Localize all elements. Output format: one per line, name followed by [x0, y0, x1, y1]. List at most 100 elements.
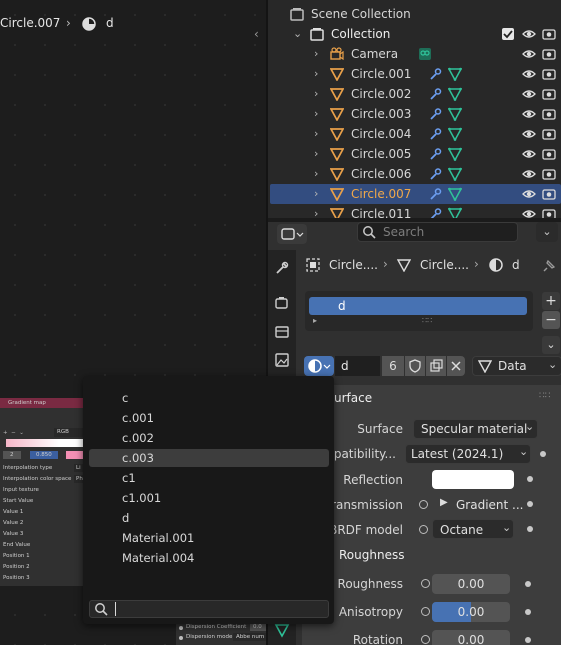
- remove-slot-button[interactable]: −: [542, 311, 560, 329]
- surface-panel-title[interactable]: urface: [334, 391, 372, 405]
- slider-field[interactable]: 0.00: [432, 602, 510, 622]
- eye-icon[interactable]: [522, 167, 536, 181]
- unlink-close-icon[interactable]: [447, 356, 465, 376]
- breadcrumb-object[interactable]: Circle.007: [0, 16, 60, 30]
- outliner-item[interactable]: › Circle.002: [270, 84, 561, 104]
- camera-render-icon[interactable]: [542, 27, 556, 41]
- gradient-ramp[interactable]: [6, 439, 83, 447]
- keyframe-dot-icon[interactable]: [525, 637, 531, 643]
- popup-material-item[interactable]: c1: [89, 469, 329, 487]
- link-socket-icon[interactable]: [419, 500, 428, 509]
- keyframe-dot-icon[interactable]: [525, 581, 531, 587]
- keyframe-dot-icon[interactable]: [525, 609, 531, 615]
- popup-material-item[interactable]: d: [89, 509, 329, 527]
- mesh-data-icon[interactable]: [447, 87, 463, 102]
- expand-triangle-icon[interactable]: ▸: [313, 316, 317, 325]
- resize-handle-icon[interactable]: ∷∷: [422, 316, 432, 325]
- eye-icon[interactable]: [522, 87, 536, 101]
- gradient-map-node[interactable]: Gradient map + − ⌄ RGB 2 0.850 Interpola…: [0, 398, 83, 586]
- chevron-right-icon[interactable]: ›: [314, 188, 324, 200]
- add-slot-button[interactable]: +: [542, 292, 560, 310]
- modifier-wrench-icon[interactable]: [428, 87, 442, 101]
- popup-material-item[interactable]: Material.004: [89, 549, 329, 567]
- eye-icon[interactable]: [522, 67, 536, 81]
- popup-material-item[interactable]: c.001: [89, 409, 329, 427]
- outliner-item[interactable]: › Circle.003: [270, 104, 561, 124]
- camera-render-icon[interactable]: [542, 47, 556, 61]
- properties-breadcrumb-object[interactable]: Circle....: [329, 258, 378, 272]
- chevron-right-icon[interactable]: ›: [314, 128, 324, 140]
- link-socket-icon[interactable]: [421, 607, 430, 616]
- modifier-wrench-icon[interactable]: [428, 127, 442, 141]
- camera-render-icon[interactable]: [542, 87, 556, 101]
- properties-breadcrumb-mesh[interactable]: Circle....: [420, 258, 469, 272]
- outliner-item[interactable]: › Circle.006: [270, 164, 561, 184]
- modifier-wrench-icon[interactable]: [428, 187, 442, 201]
- chevron-right-icon[interactable]: ›: [314, 88, 324, 100]
- camera-render-icon[interactable]: [542, 147, 556, 161]
- chevron-right-icon[interactable]: ›: [314, 48, 324, 60]
- eye-icon[interactable]: [522, 187, 536, 201]
- keyframe-dot-icon[interactable]: [540, 451, 546, 457]
- scene-collection-row[interactable]: Scene Collection: [268, 4, 561, 24]
- outliner-item[interactable]: › Circle.007: [270, 184, 561, 204]
- mesh-data-icon[interactable]: [447, 147, 463, 162]
- collection-row[interactable]: ⌄ Collection: [268, 24, 561, 44]
- popup-material-item[interactable]: Material.001: [89, 529, 329, 547]
- transmission-value[interactable]: Gradient ...: [456, 498, 524, 512]
- chevron-right-icon[interactable]: ›: [314, 168, 324, 180]
- modifier-wrench-icon[interactable]: [428, 67, 442, 81]
- link-socket-icon[interactable]: [421, 579, 430, 588]
- chevron-down-icon[interactable]: ⌄: [536, 222, 558, 242]
- camera-render-icon[interactable]: [542, 67, 556, 81]
- pin-icon[interactable]: [542, 257, 558, 276]
- outliner-item[interactable]: › Circle.001: [270, 64, 561, 84]
- panel-drag-handle-icon[interactable]: ∷∷: [539, 391, 550, 401]
- editor-type-button[interactable]: [277, 224, 307, 244]
- keyframe-dot-icon[interactable]: [527, 501, 533, 507]
- modifier-wrench-icon[interactable]: [428, 167, 442, 181]
- mesh-data-icon[interactable]: [447, 107, 463, 122]
- eye-icon[interactable]: [522, 127, 536, 141]
- slider-field[interactable]: 0.00: [432, 574, 510, 594]
- chevron-down-icon[interactable]: ⌄: [293, 28, 303, 40]
- eye-icon[interactable]: [522, 147, 536, 161]
- keyframe-dot-icon[interactable]: [527, 526, 533, 532]
- expand-triangle-icon[interactable]: ▶: [440, 497, 448, 508]
- eye-icon[interactable]: [522, 107, 536, 121]
- view-layer-tab-icon[interactable]: [274, 352, 290, 371]
- link-socket-icon[interactable]: [421, 635, 430, 644]
- modifier-wrench-icon[interactable]: [428, 147, 442, 161]
- camera-data-icon[interactable]: [418, 47, 432, 61]
- chevron-right-icon[interactable]: ›: [314, 68, 324, 80]
- popup-material-item[interactable]: c: [89, 389, 329, 407]
- popup-material-item[interactable]: c.003: [89, 449, 329, 467]
- output-tab-icon[interactable]: [274, 324, 290, 343]
- outliner-item[interactable]: › Camera: [270, 44, 561, 64]
- outliner-item[interactable]: › Circle.005: [270, 144, 561, 164]
- duplicate-icon[interactable]: [426, 356, 446, 376]
- render-tab-icon[interactable]: [274, 295, 290, 314]
- link-socket-icon[interactable]: [419, 525, 428, 534]
- collapse-arrow-icon[interactable]: ‹: [254, 27, 259, 41]
- popup-material-item[interactable]: c1.001: [89, 489, 329, 507]
- checkbox-icon[interactable]: [502, 28, 514, 40]
- eye-icon[interactable]: [522, 27, 536, 41]
- browse-material-button[interactable]: [304, 356, 334, 376]
- mesh-data-icon[interactable]: [447, 187, 463, 202]
- eye-icon[interactable]: [522, 47, 536, 61]
- popup-search-input[interactable]: [89, 600, 329, 618]
- socket-dot-icon[interactable]: [179, 626, 183, 630]
- chevron-right-icon[interactable]: ›: [314, 108, 324, 120]
- stop-color-swatch[interactable]: [66, 451, 83, 459]
- popup-material-item[interactable]: c.002: [89, 429, 329, 447]
- outliner-item[interactable]: › Circle.004: [270, 124, 561, 144]
- reflection-color-swatch[interactable]: [432, 470, 514, 489]
- slider-field[interactable]: 0.00: [432, 630, 510, 645]
- properties-breadcrumb-material[interactable]: d: [512, 258, 520, 272]
- tool-tab-icon[interactable]: [274, 260, 290, 279]
- fake-user-shield-icon[interactable]: [405, 356, 425, 376]
- socket-dot-icon[interactable]: [179, 636, 183, 640]
- keyframe-dot-icon[interactable]: [527, 476, 533, 482]
- modifier-wrench-icon[interactable]: [428, 107, 442, 121]
